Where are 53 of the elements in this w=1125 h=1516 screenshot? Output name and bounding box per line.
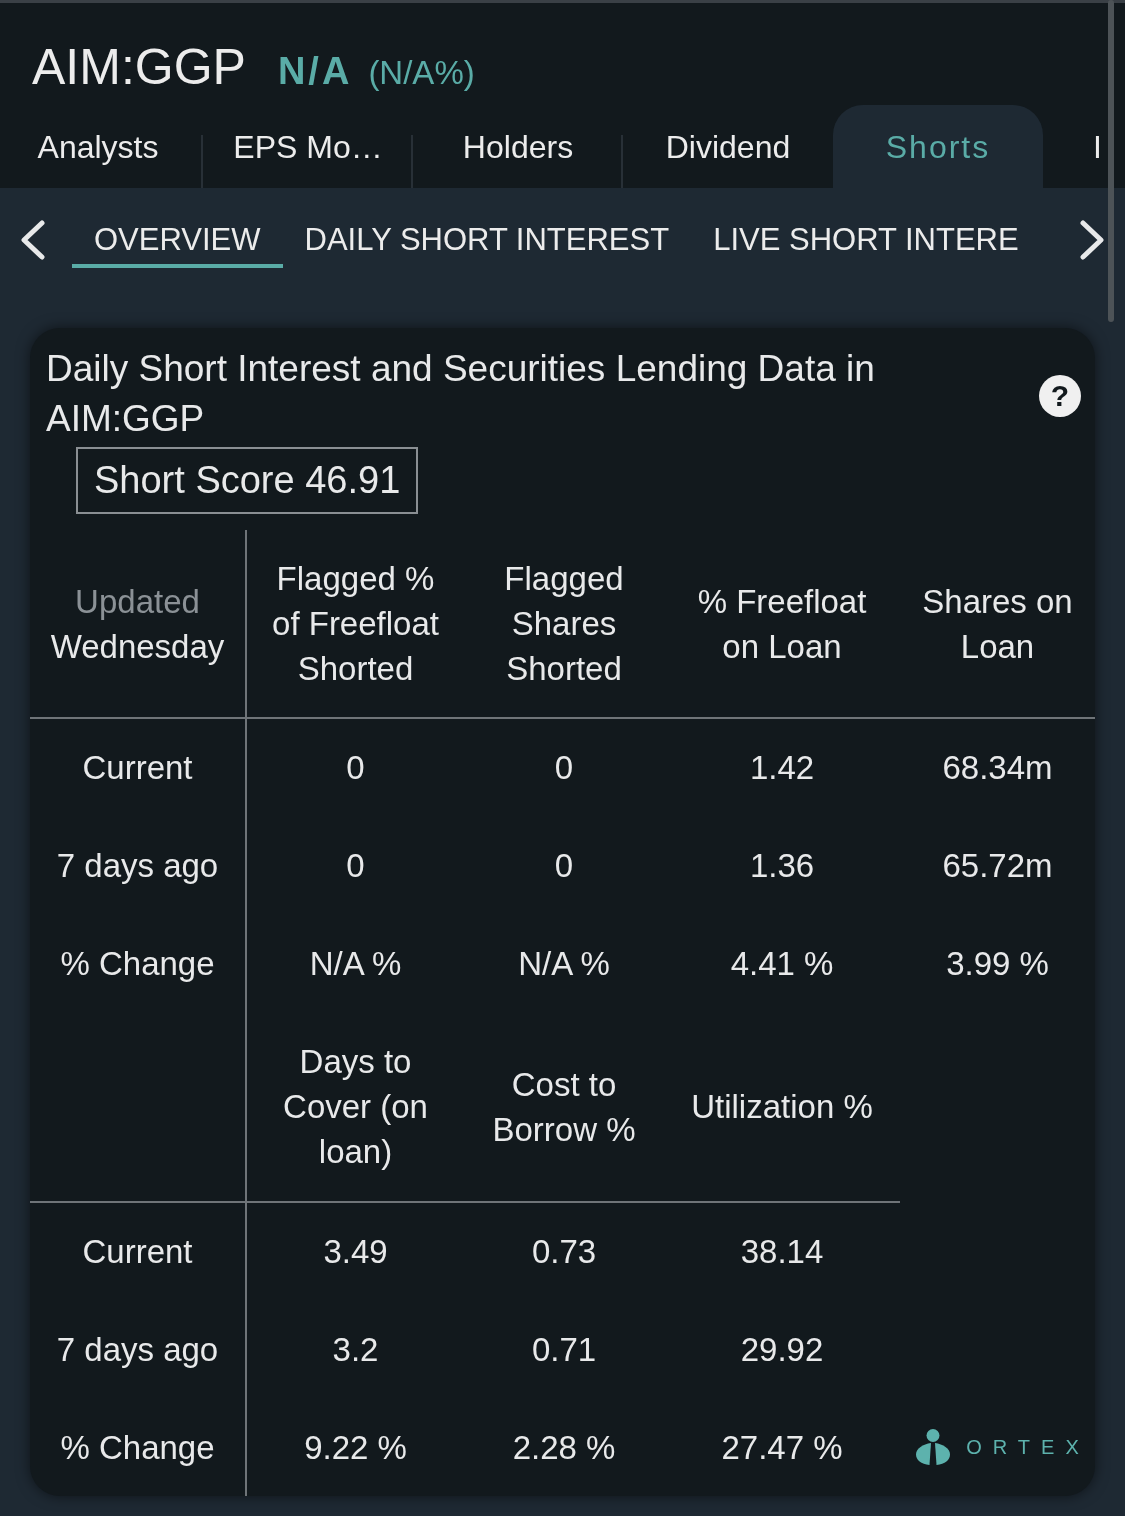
table-cell: 3.49	[246, 1202, 464, 1300]
table-cell-text: 0	[553, 845, 575, 886]
column-header: Flagged % of Freefloat Shorted	[246, 530, 464, 718]
subtab[interactable]: LIVE SHORT INTERE	[691, 220, 1041, 268]
help-button[interactable]: ?	[1039, 375, 1081, 417]
scrollbar-thumb[interactable]	[1108, 0, 1114, 322]
updated-day: Wednesday	[44, 623, 231, 669]
table-cell-text: 1.36	[748, 845, 816, 886]
table-cell: 68.34m	[900, 718, 1095, 816]
table-cell-text: 27.47 %	[720, 1427, 844, 1468]
table-cell-text: 0.71	[530, 1329, 598, 1370]
column-header: Flagged Shares Shorted	[464, 530, 664, 718]
row-label: Current	[30, 718, 246, 816]
row-label: 7 days ago	[30, 816, 246, 914]
tab[interactable]: Shorts	[833, 105, 1043, 188]
table-cell-text: N/A %	[517, 943, 611, 984]
table-cell-text: 4.41 %	[729, 943, 835, 984]
table-cell-text: 2.28 %	[511, 1427, 617, 1468]
table-cell: 0.73	[464, 1202, 664, 1300]
short-score: Short Score 46.91	[76, 447, 419, 514]
column-header: % Freefloat on Loan	[664, 530, 900, 718]
price-value: N/A	[277, 49, 353, 94]
tab[interactable]: Dividend	[623, 105, 833, 188]
row-label: Current	[30, 1202, 246, 1300]
table-cell: 0	[464, 718, 664, 816]
table-cell: 9.22 %	[246, 1398, 464, 1496]
table-cell-text: 29.92	[739, 1329, 825, 1370]
tab[interactable]: I	[1043, 105, 1125, 188]
table-cell: 3.2	[246, 1300, 464, 1398]
row-label: % Change	[30, 914, 246, 1012]
table-cell: N/A %	[246, 914, 464, 1012]
card-title: Daily Short Interest and Securities Lending Data in AIM:GGP	[45, 347, 876, 441]
table-cell: 0	[246, 816, 464, 914]
column-header: Days to Cover (on loan)	[246, 1012, 464, 1202]
updated-label: Updated	[74, 581, 201, 622]
table-cell: 38.14	[664, 1202, 900, 1300]
brand-name: ORTEX	[966, 1434, 1090, 1460]
table-cell: 0	[246, 718, 464, 816]
logo-icon	[916, 1429, 951, 1465]
table-cell: 1.42	[664, 718, 900, 816]
table-cell-text: 3.99 %	[945, 943, 1050, 984]
price-change: (N/A%)	[368, 53, 475, 93]
column-header: Utilization %	[664, 1012, 900, 1202]
row-label: 7 days ago	[30, 1300, 246, 1398]
ticker-symbol: AIM:GGP	[32, 38, 246, 97]
column-header: Shares on Loan	[900, 530, 1095, 718]
row-label: % Change	[30, 1398, 246, 1496]
column-header: Cost to Borrow %	[464, 1012, 664, 1202]
chevron-right-icon[interactable]	[1080, 220, 1105, 260]
table-cell-text: 65.72m	[941, 845, 1054, 886]
chevron-left-icon[interactable]	[20, 220, 45, 260]
subtab[interactable]: DAILY SHORT INTEREST	[282, 220, 692, 268]
subtab[interactable]: OVERVIEW	[72, 220, 283, 268]
